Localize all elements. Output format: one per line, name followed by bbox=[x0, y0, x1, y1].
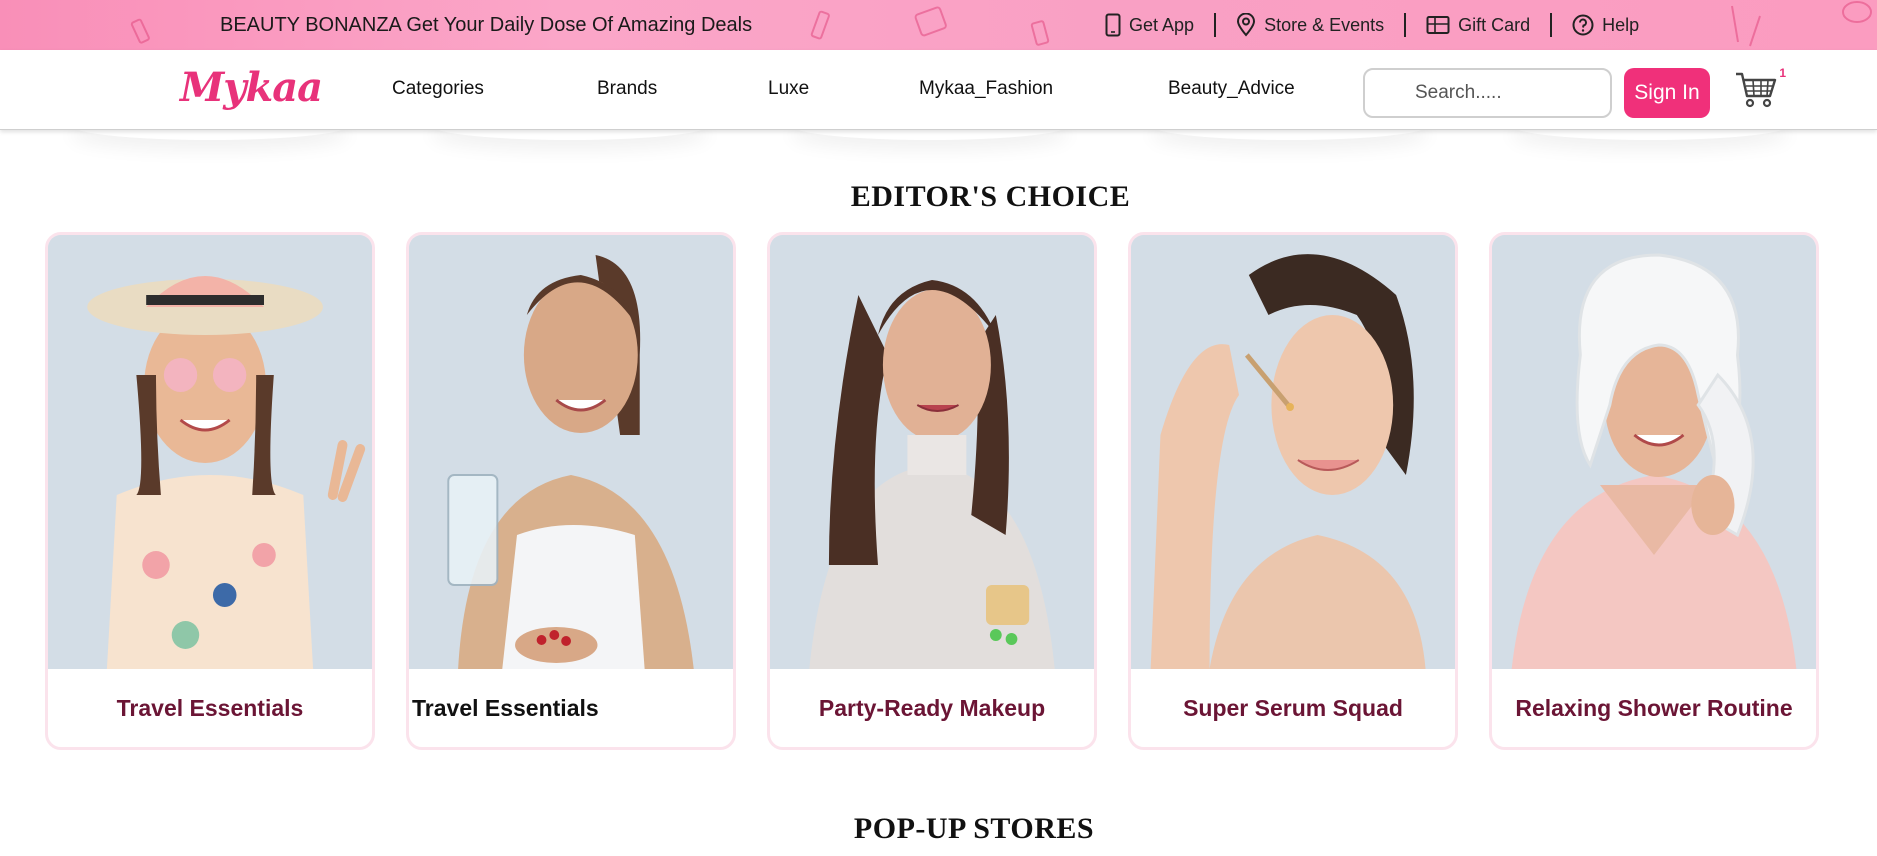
model-photo bbox=[1131, 235, 1455, 669]
cart-button[interactable]: 1 bbox=[1734, 66, 1786, 114]
promo-divider bbox=[1214, 13, 1217, 37]
editors-choice-cards: Travel Essentials Travel Essentials Part… bbox=[45, 232, 1819, 750]
compact-doodle-icon bbox=[914, 6, 947, 37]
main-nav: Mykaa Categories Brands Luxe Mykaa_Fashi… bbox=[0, 50, 1877, 130]
brush-doodle-icon bbox=[1731, 5, 1761, 47]
section-title-popup-stores: POP-UP STORES bbox=[853, 812, 1095, 845]
logo[interactable]: Mykaa bbox=[180, 64, 323, 111]
nav-item-luxe[interactable]: Luxe bbox=[768, 78, 809, 100]
card-label: Super Serum Squad bbox=[1183, 694, 1403, 721]
get-app-link[interactable]: Get App bbox=[1105, 13, 1194, 37]
help-label: Help bbox=[1602, 14, 1640, 35]
store-events-link[interactable]: Store & Events bbox=[1236, 13, 1384, 37]
sign-in-button[interactable]: Sign In bbox=[1624, 68, 1710, 118]
nav-item-categories[interactable]: Categories bbox=[392, 78, 484, 100]
location-pin-icon bbox=[1237, 13, 1256, 37]
card-image bbox=[1492, 235, 1816, 669]
lipstick-doodle-icon bbox=[810, 10, 830, 40]
model-photo bbox=[48, 235, 372, 669]
model-photo bbox=[770, 235, 1094, 669]
gift-card-icon bbox=[1426, 16, 1450, 34]
search-input[interactable] bbox=[1363, 68, 1612, 118]
card-image bbox=[770, 235, 1094, 669]
nav-item-brands[interactable]: Brands bbox=[597, 78, 657, 100]
phone-icon bbox=[1105, 13, 1121, 37]
editors-choice-card[interactable]: Super Serum Squad bbox=[1128, 232, 1458, 750]
promo-text: BEAUTY BONANZA Get Your Daily Dose Of Am… bbox=[220, 14, 753, 36]
gift-card-link[interactable]: Gift Card bbox=[1426, 15, 1530, 36]
store-events-label: Store & Events bbox=[1264, 14, 1385, 35]
shopping-cart-icon bbox=[1736, 72, 1777, 108]
cart-count-badge: 1 bbox=[1779, 66, 1786, 80]
nav-item-beauty-advice[interactable]: Beauty_Advice bbox=[1168, 78, 1295, 100]
section-title-editors-choice: EDITOR'S CHOICE bbox=[850, 180, 1131, 213]
card-image bbox=[48, 235, 372, 669]
get-app-label: Get App bbox=[1129, 14, 1195, 35]
help-icon bbox=[1572, 14, 1594, 36]
card-label: Party-Ready Makeup bbox=[818, 694, 1046, 721]
card-image bbox=[409, 235, 733, 669]
promo-divider bbox=[1404, 13, 1407, 37]
promo-divider bbox=[1550, 13, 1553, 37]
promo-links: Get App Store & Events Gift Card Help bbox=[1105, 0, 1639, 50]
card-label: Travel Essentials bbox=[116, 694, 304, 721]
nav-item-mykaa-fashion[interactable]: Mykaa_Fashion bbox=[919, 78, 1053, 100]
card-image bbox=[1131, 235, 1455, 669]
lipstick-doodle-icon bbox=[130, 18, 150, 44]
gift-card-label: Gift Card bbox=[1458, 14, 1531, 35]
nail-polish-doodle-icon bbox=[1030, 20, 1050, 46]
brush-doodle-icon bbox=[1842, 1, 1872, 23]
model-photo bbox=[1492, 235, 1816, 669]
editors-choice-card[interactable]: Travel Essentials bbox=[45, 232, 375, 750]
editors-choice-card[interactable]: Travel Essentials bbox=[406, 232, 736, 750]
help-link[interactable]: Help bbox=[1572, 14, 1639, 36]
editors-choice-card[interactable]: Party-Ready Makeup bbox=[767, 232, 1097, 750]
promo-bar: BEAUTY BONANZA Get Your Daily Dose Of Am… bbox=[0, 0, 1877, 50]
model-photo bbox=[409, 235, 733, 669]
card-label: Travel Essentials bbox=[412, 694, 599, 721]
card-label: Relaxing Shower Routine bbox=[1515, 694, 1793, 721]
editors-choice-card[interactable]: Relaxing Shower Routine bbox=[1489, 232, 1819, 750]
